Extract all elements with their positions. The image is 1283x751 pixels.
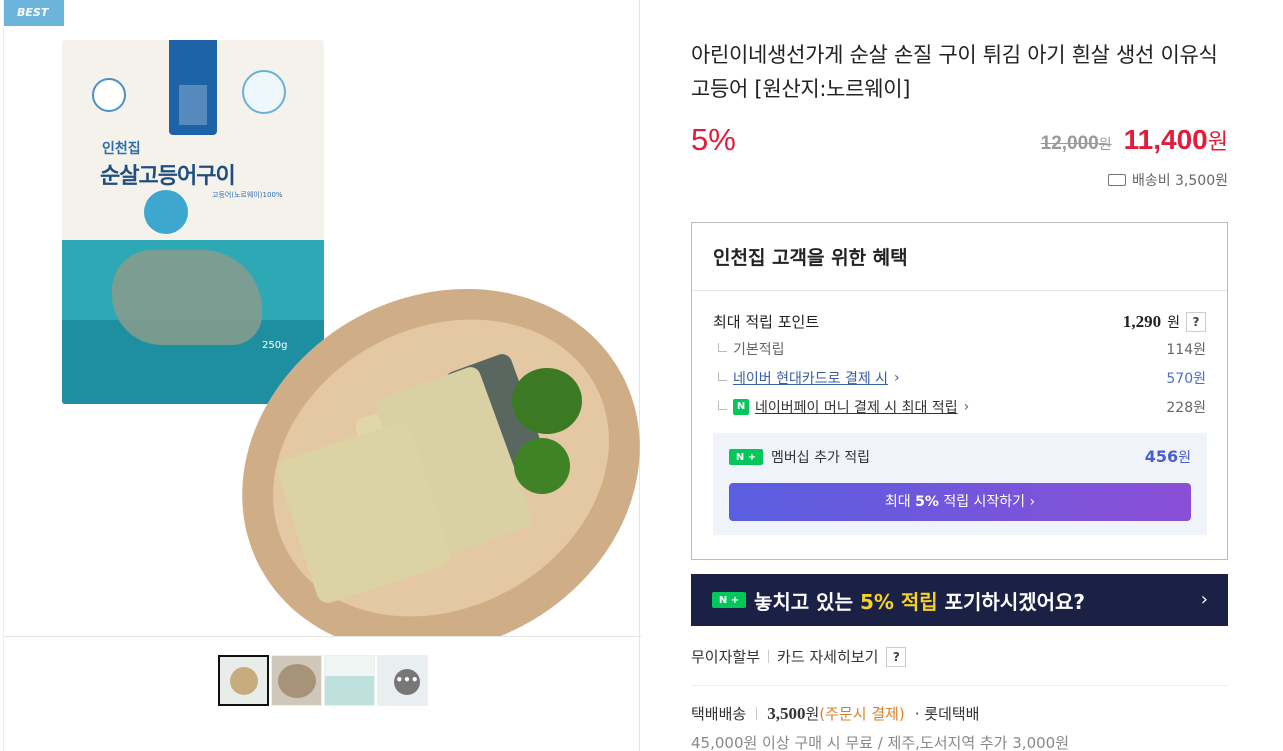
package-title: 순살고등어구이 <box>100 164 236 189</box>
best-badge: BEST <box>4 0 64 26</box>
broccoli <box>512 368 582 434</box>
membership-value: 456 <box>1144 447 1179 466</box>
price-area: 12,000 원 11,400 원 <box>1040 124 1228 155</box>
membership-box: N + 멤버십 추가 적립 456원 최대 5% 적립 시작하기 › <box>713 433 1207 535</box>
hyundai-card-link[interactable]: 네이버 현대카드로 결제 시 <box>733 368 888 388</box>
package-window <box>112 250 262 345</box>
discount-rate: 5% <box>691 122 736 157</box>
thumbnail-2[interactable] <box>271 655 322 706</box>
thumbnail-3[interactable] <box>324 655 375 706</box>
start-membership-button[interactable]: 최대 5% 적립 시작하기 › <box>729 483 1191 521</box>
npay-icon: N <box>733 399 749 415</box>
girl-illustration <box>144 190 188 234</box>
max-points-row: 최대 적립 포인트 1,290 원 ? <box>713 311 1206 332</box>
thumbnail-list: ••• <box>218 655 428 706</box>
product-title: 아린이네생선가게 순살 손질 구이 튀김 아기 흰살 생선 이유식 고등어 [원… <box>691 43 1218 101</box>
npay-money-link[interactable]: 네이버페이 머니 결제 시 최대 적립 <box>755 397 958 417</box>
naver-plus-icon: N + <box>712 592 746 608</box>
benefit-box: 인천집 고객을 위한 혜택 최대 적립 포인트 1,290 원 ? 기본적립 1… <box>691 222 1228 560</box>
chevron-right-icon: › <box>963 399 970 415</box>
package-subtitle: 고등어(노르웨이)100% <box>212 191 283 199</box>
free-shipping-note: 45,000원 이상 구매 시 무료 / 제주,도서지역 추가 3,000원 <box>691 734 1069 751</box>
pay-note: (주문시 결제) <box>819 705 905 723</box>
package-brand: 인천집 <box>102 141 141 157</box>
broccoli <box>514 438 570 494</box>
haccp-mark-icon <box>92 78 126 112</box>
fish-badge-icon <box>242 70 286 114</box>
package-image: 인천집 순살고등어구이 고등어(노르웨이)100% 250g <box>62 40 324 404</box>
max-points-value: 1,290 <box>1122 311 1162 331</box>
naver-plus-icon: N + <box>729 449 763 465</box>
more-images-icon[interactable]: ••• <box>394 669 420 695</box>
benefit-row-basic: 기본적립 114원 <box>713 339 1206 359</box>
product-gallery: BEST 인천집 순살고등어구이 고등어(노르웨이)100% 250g ••• <box>3 0 641 751</box>
original-price: 12,000 <box>1040 133 1099 154</box>
shipping-fee: 배송비 3,500원 <box>1107 170 1228 190</box>
shipping-fee-value: 3,500 <box>767 704 806 723</box>
card-detail-link[interactable]: 카드 자세히보기 <box>777 646 878 667</box>
installment-link[interactable]: 무이자할부 <box>691 646 760 667</box>
membership-label: 멤버십 추가 적립 <box>771 450 871 466</box>
benefit-heading: 인천집 고객을 위한 혜택 <box>692 223 1227 291</box>
help-icon[interactable]: ? <box>886 646 907 667</box>
sale-price: 11,400 <box>1123 124 1208 155</box>
chevron-right-icon: › <box>1200 589 1208 610</box>
shipping-info: 택배배송 3,500원(주문시 결제) · 롯데택배 <box>691 704 980 723</box>
truck-icon <box>1107 174 1126 186</box>
shipping-method: 택배배송 <box>691 705 747 723</box>
help-icon[interactable]: ? <box>1186 311 1206 332</box>
card-info: 무이자할부 카드 자세히보기 ? <box>691 646 907 667</box>
package-weight: 250g <box>262 340 288 351</box>
benefit-row-npay[interactable]: N 네이버페이 머니 결제 시 최대 적립 › 228원 <box>713 397 1206 417</box>
benefit-row-card[interactable]: 네이버 현대카드로 결제 시 › 570원 <box>713 368 1206 388</box>
carrier: · 롯데택배 <box>914 705 980 723</box>
thumbnail-more[interactable]: ••• <box>377 655 428 706</box>
thumbnail-1[interactable] <box>218 655 269 706</box>
main-product-image[interactable]: 인천집 순살고등어구이 고등어(노르웨이)100% 250g <box>4 28 641 636</box>
membership-banner[interactable]: N + 놓치고 있는 5% 적립 포기하시겠어요? › <box>691 574 1228 626</box>
chevron-right-icon: › <box>894 370 900 386</box>
